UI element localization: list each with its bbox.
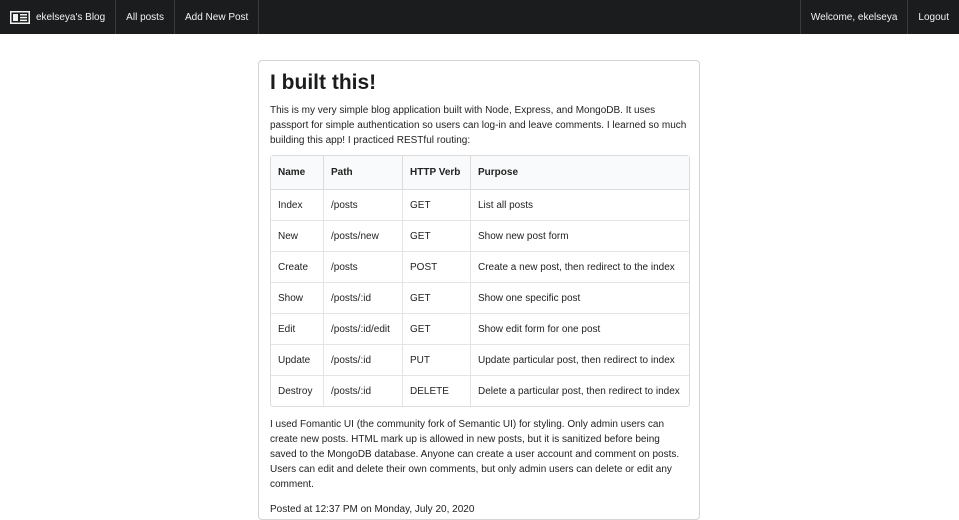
- cell-purpose: Show new post form: [470, 221, 689, 252]
- nav-all-posts[interactable]: All posts: [116, 0, 175, 34]
- cell-path: /posts: [323, 252, 402, 283]
- post-timestamp: Posted at 12:37 PM on Monday, July 20, 2…: [270, 504, 475, 515]
- table-header-row: Name Path HTTP Verb Purpose: [271, 156, 689, 190]
- table-row: Destroy /posts/:id DELETE Delete a parti…: [271, 376, 689, 406]
- column-header-purpose: Purpose: [470, 156, 689, 190]
- brand-name: ekelseya's Blog: [36, 11, 106, 23]
- cell-path: /posts/:id: [323, 376, 402, 406]
- cell-http-verb: POST: [402, 252, 470, 283]
- cell-path: /posts: [323, 190, 402, 221]
- cell-purpose: List all posts: [470, 190, 689, 221]
- table-row: Edit /posts/:id/edit GET Show edit form …: [271, 314, 689, 345]
- post-title: I built this!: [270, 71, 377, 94]
- post-outro: I used Fomantic UI (the community fork o…: [270, 419, 680, 490]
- cell-purpose: Update particular post, then redirect to…: [470, 345, 689, 376]
- post-card: I built this! This is my very simple blo…: [258, 60, 700, 520]
- nav-add-new-post[interactable]: Add New Post: [175, 0, 260, 34]
- cell-http-verb: GET: [402, 283, 470, 314]
- cell-purpose: Show one specific post: [470, 283, 689, 314]
- cell-name: New: [271, 221, 323, 252]
- cell-path: /posts/new: [323, 221, 402, 252]
- routes-table: Name Path HTTP Verb Purpose Index /posts…: [270, 155, 690, 407]
- cell-name: Show: [271, 283, 323, 314]
- cell-name: Create: [271, 252, 323, 283]
- brand-link[interactable]: ekelseya's Blog: [0, 0, 117, 34]
- cell-http-verb: GET: [402, 190, 470, 221]
- column-header-path: Path: [323, 156, 402, 190]
- table-row: New /posts/new GET Show new post form: [271, 221, 689, 252]
- post-intro: This is my very simple blog application …: [270, 105, 687, 146]
- nav-welcome-user[interactable]: Welcome, ekelseya: [799, 0, 908, 34]
- cell-http-verb: DELETE: [402, 376, 470, 406]
- cell-path: /posts/:id: [323, 345, 402, 376]
- cell-http-verb: GET: [402, 221, 470, 252]
- top-navbar: ekelseya's Blog All posts Add New Post W…: [0, 0, 959, 34]
- cell-purpose: Create a new post, then redirect to the …: [470, 252, 689, 283]
- table-row: Show /posts/:id GET Show one specific po…: [271, 283, 689, 314]
- cell-path: /posts/:id/edit: [323, 314, 402, 345]
- cell-name: Update: [271, 345, 323, 376]
- cell-purpose: Delete a particular post, then redirect …: [470, 376, 689, 406]
- nav-logout[interactable]: Logout: [907, 0, 959, 34]
- column-header-name: Name: [271, 156, 323, 190]
- cell-http-verb: GET: [402, 314, 470, 345]
- cell-name: Destroy: [278, 385, 313, 397]
- column-header-http-verb: HTTP Verb: [402, 156, 470, 190]
- table-row: Create /posts POST Create a new post, th…: [271, 252, 689, 283]
- cell-name: Index: [271, 190, 323, 221]
- table-row: Index /posts GET List all posts: [271, 190, 689, 221]
- cell-path: /posts/:id: [323, 283, 402, 314]
- table-row: Update /posts/:id PUT Update particular …: [271, 345, 689, 376]
- cell-http-verb: PUT: [402, 345, 470, 376]
- newspaper-icon: [10, 10, 30, 24]
- cell-name: Edit: [271, 314, 323, 345]
- cell-purpose: Show edit form for one post: [470, 314, 689, 345]
